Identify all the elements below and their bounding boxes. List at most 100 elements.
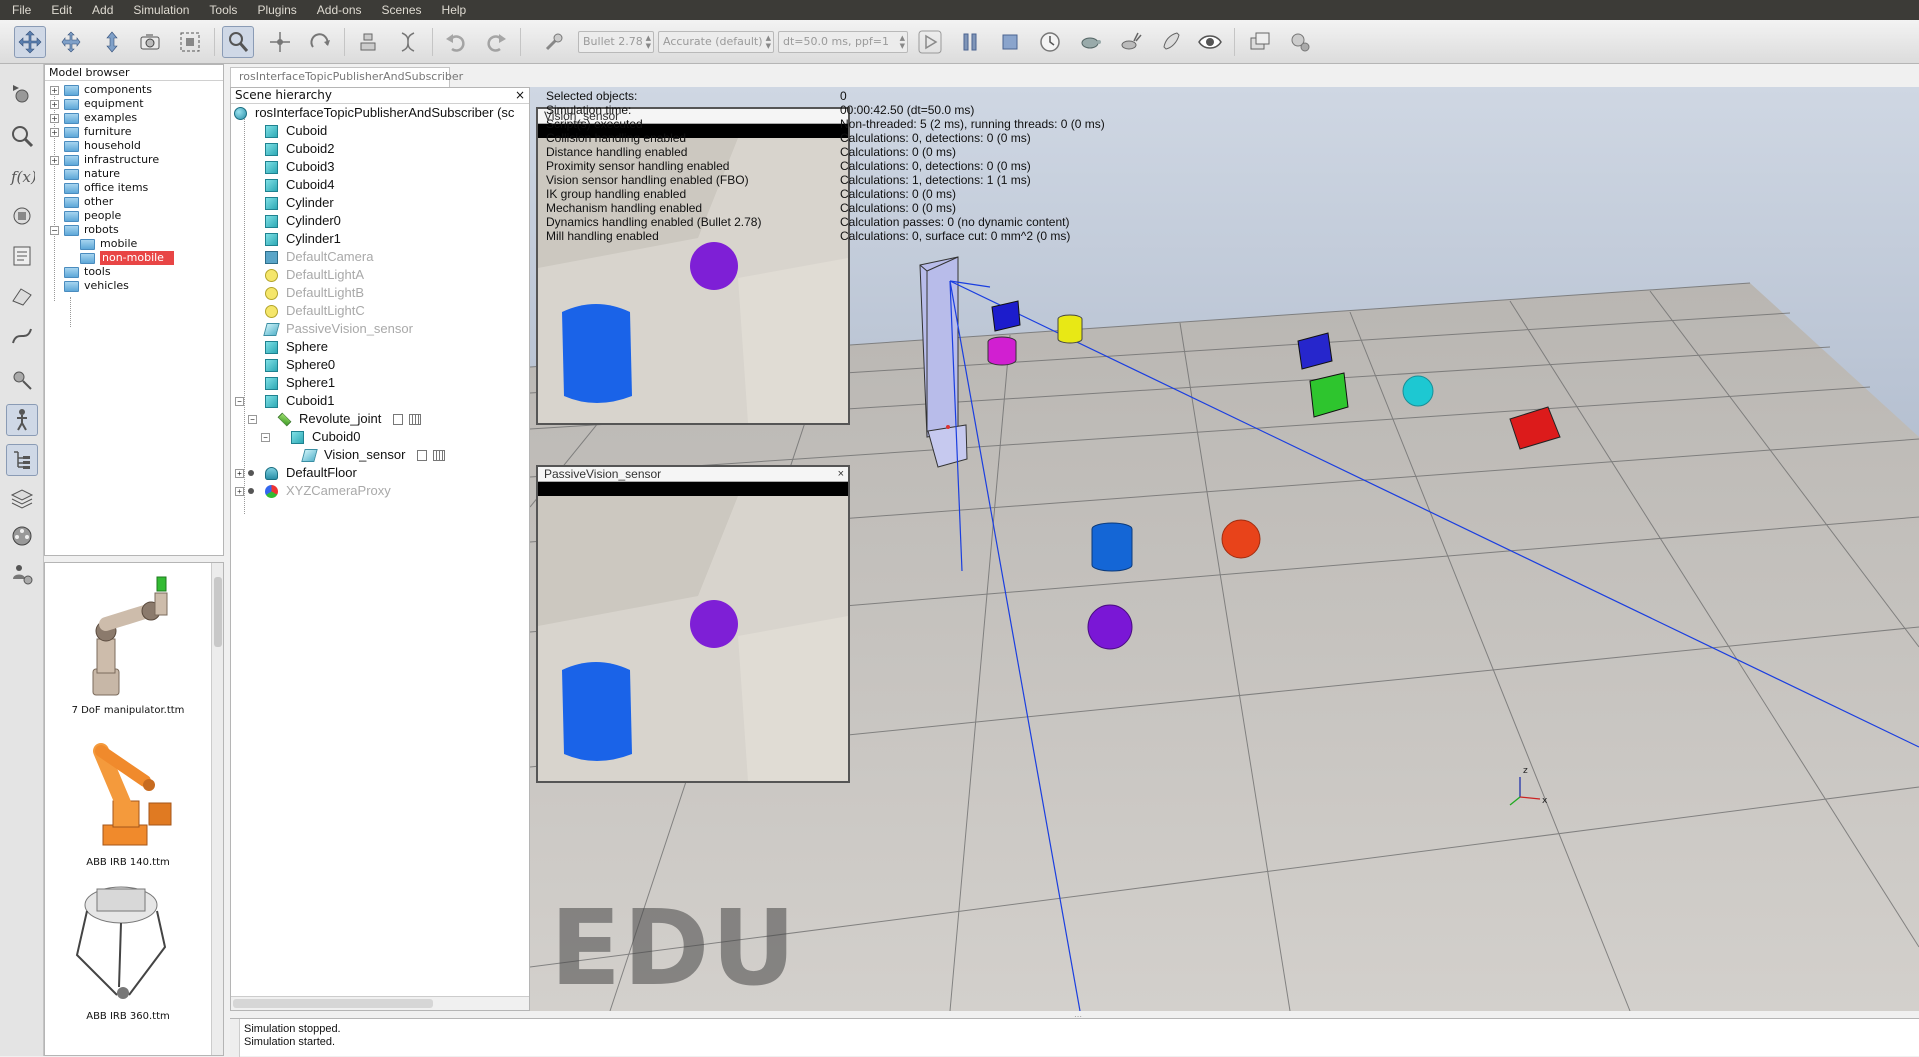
menu-add[interactable]: Add [80, 0, 121, 20]
stop-simulation-button[interactable] [994, 26, 1026, 58]
fit-to-view-button[interactable] [174, 26, 206, 58]
object-rotate-button[interactable] [304, 26, 336, 58]
camera-shift-button[interactable] [96, 26, 128, 58]
expand-icon[interactable]: + [235, 486, 244, 496]
scene-pages-button[interactable] [1244, 26, 1276, 58]
hierarchy-item-xyz-camera-proxy[interactable]: + XYZCameraProxy [235, 482, 391, 500]
model-folder-vehicles[interactable]: vehicles [64, 279, 129, 293]
hierarchy-item-cuboid2[interactable]: Cuboid2 [265, 140, 334, 158]
camera-rotate-button[interactable] [55, 26, 87, 58]
script-badge-icon[interactable] [393, 413, 404, 425]
layers-button[interactable] [6, 482, 38, 514]
visualization-toggle-button[interactable] [1194, 26, 1226, 58]
customization-scripts-button[interactable] [1284, 26, 1316, 58]
calculation-modules-button[interactable]: f(x) [6, 160, 38, 192]
model-browser-toggle-button[interactable] [6, 404, 38, 436]
pause-simulation-button[interactable] [954, 26, 986, 58]
hierarchy-item-cuboid1[interactable]: − Cuboid1 [235, 392, 334, 410]
collapse-icon[interactable]: − [248, 414, 257, 424]
menu-simulation[interactable]: Simulation [121, 0, 197, 20]
model-folder-examples[interactable]: + examples [50, 111, 137, 125]
selection-button[interactable] [6, 364, 38, 396]
hierarchy-item-default-light-c[interactable]: DefaultLightC [265, 302, 365, 320]
object-shift-button[interactable] [264, 26, 296, 58]
hierarchy-item-default-floor[interactable]: + DefaultFloor [235, 464, 357, 482]
menu-scenes[interactable]: Scenes [370, 0, 430, 20]
scripts-button[interactable] [6, 240, 38, 272]
menu-tools[interactable]: Tools [197, 0, 245, 20]
model-folder-non-mobile[interactable]: non-mobile [80, 251, 174, 265]
menu-addons[interactable]: Add-ons [305, 0, 370, 20]
model-folder-people[interactable]: people [64, 209, 121, 223]
model-folder-office-items[interactable]: office items [64, 181, 148, 195]
script-badge-icon[interactable] [417, 449, 428, 461]
timestep-select[interactable]: dt=50.0 ms, ppf=1 ▲ ▼ [778, 31, 908, 53]
close-icon[interactable]: × [515, 88, 525, 103]
scene-viewport[interactable]: z x Vision_sensor PassiveVision_sensor × … [530, 87, 1919, 1011]
model-folder-household[interactable]: household [64, 139, 141, 153]
graph-badge-icon[interactable] [409, 413, 422, 425]
model-folder-equipment[interactable]: + equipment [50, 97, 144, 111]
expand-icon[interactable]: + [50, 85, 59, 95]
scrollbar-thumb[interactable] [233, 999, 433, 1008]
menu-edit[interactable]: Edit [39, 0, 80, 20]
model-thumbnail-abb-irb360[interactable]: ABB IRB 360.ttm [53, 877, 203, 1027]
slower-button[interactable] [1074, 26, 1106, 58]
start-simulation-button[interactable] [914, 26, 946, 58]
hierarchy-item-sphere1[interactable]: Sphere1 [265, 374, 335, 392]
hierarchy-item-cylinder0[interactable]: Cylinder0 [265, 212, 341, 230]
collapse-icon[interactable]: − [235, 396, 244, 406]
hierarchy-item-cuboid3[interactable]: Cuboid3 [265, 158, 334, 176]
expand-icon[interactable]: + [235, 468, 244, 478]
hierarchy-item-cuboid[interactable]: Cuboid [265, 122, 327, 140]
collapse-icon[interactable]: − [50, 225, 59, 235]
hierarchy-item-default-camera[interactable]: DefaultCamera [265, 248, 373, 266]
hierarchy-item-sphere0[interactable]: Sphere0 [265, 356, 335, 374]
hierarchy-item-cuboid0[interactable]: − Cuboid0 [261, 428, 360, 446]
expand-icon[interactable]: + [50, 113, 59, 123]
scene-hierarchy-toggle-button[interactable] [6, 444, 38, 476]
expand-icon[interactable]: + [50, 99, 59, 109]
verify-dynamics-button[interactable] [538, 26, 570, 58]
model-folder-robots[interactable]: − robots [50, 223, 119, 237]
threaded-rendering-button[interactable] [1154, 26, 1186, 58]
model-folder-nature[interactable]: nature [64, 167, 120, 181]
hierarchy-item-default-light-a[interactable]: DefaultLightA [265, 266, 364, 284]
hierarchy-item-sphere[interactable]: Sphere [265, 338, 328, 356]
collapse-icon[interactable]: − [261, 432, 270, 442]
passive-vision-sensor-view[interactable]: PassiveVision_sensor × [536, 465, 850, 783]
physics-engine-select[interactable]: Bullet 2.78 ▲ ▼ [578, 31, 654, 53]
hierarchy-item-cylinder[interactable]: Cylinder [265, 194, 334, 212]
hierarchy-item-passive-vision-sensor[interactable]: PassiveVision_sensor [263, 320, 413, 338]
hierarchy-item-vision-sensor[interactable]: Vision_sensor [301, 446, 446, 464]
menu-plugins[interactable]: Plugins [245, 0, 304, 20]
accuracy-select[interactable]: Accurate (default) ▲ ▼ [658, 31, 774, 53]
thumbnails-scrollbar[interactable] [211, 563, 223, 1055]
scrollbar-thumb[interactable] [214, 577, 222, 647]
faster-button[interactable] [1114, 26, 1146, 58]
hierarchy-item-revolute-joint[interactable]: − Revolute_joint [248, 410, 422, 428]
realtime-button[interactable] [1034, 26, 1066, 58]
status-scrollbar[interactable] [230, 1019, 240, 1057]
model-thumbnail-abb-irb140[interactable]: ABB IRB 140.ttm [53, 723, 203, 873]
redo-button[interactable] [480, 26, 512, 58]
close-icon[interactable]: × [838, 467, 844, 481]
model-folder-components[interactable]: + components [50, 83, 152, 97]
hierarchy-horizontal-scrollbar[interactable] [231, 996, 529, 1010]
shape-edit-button[interactable] [6, 280, 38, 312]
hierarchy-item-cylinder1[interactable]: Cylinder1 [265, 230, 341, 248]
menu-help[interactable]: Help [430, 0, 475, 20]
assemble-button[interactable] [352, 26, 384, 58]
model-folder-mobile[interactable]: mobile [80, 237, 137, 251]
scene-root[interactable]: rosInterfaceTopicPublisherAndSubscriber … [234, 104, 514, 122]
camera-pan-button[interactable] [14, 26, 46, 58]
object-select-button[interactable] [222, 26, 254, 58]
user-settings-button[interactable] [6, 558, 38, 590]
model-folder-other[interactable]: other [64, 195, 113, 209]
collections-button[interactable] [6, 200, 38, 232]
simulation-settings-button[interactable] [6, 78, 38, 110]
camera-angle-button[interactable] [134, 26, 166, 58]
model-folder-furniture[interactable]: + furniture [50, 125, 132, 139]
menu-file[interactable]: File [0, 0, 39, 20]
expand-icon[interactable]: + [50, 155, 59, 165]
